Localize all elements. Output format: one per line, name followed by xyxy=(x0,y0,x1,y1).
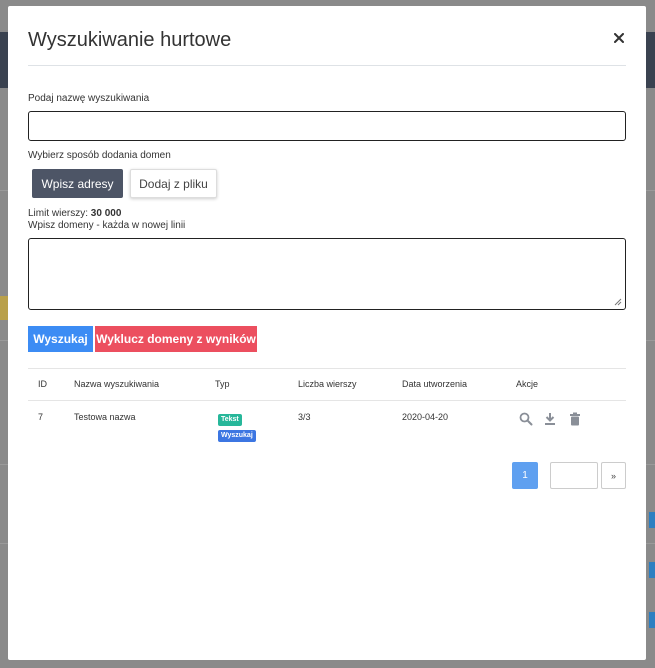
table-header: ID Nazwa wyszukiwania Typ Liczba wierszy… xyxy=(28,368,626,401)
close-icon xyxy=(614,33,624,43)
table-row: 7 Testowa nazwa Tekst Wyszukaj 3/3 2020-… xyxy=(28,401,626,461)
searches-table: ID Nazwa wyszukiwania Typ Liczba wierszy… xyxy=(28,368,626,461)
background-button xyxy=(649,612,655,628)
next-page-button[interactable]: » xyxy=(601,462,626,489)
search-name-label: Podaj nazwę wyszukiwania xyxy=(28,93,150,104)
domains-textarea[interactable] xyxy=(28,238,626,310)
header-type: Typ xyxy=(215,379,230,389)
page-number-input[interactable] xyxy=(550,462,598,489)
header-created-date: Data utworzenia xyxy=(402,379,468,389)
resize-handle-icon[interactable] xyxy=(614,298,622,306)
row-limit-text: Limit wierszy: xyxy=(28,208,91,219)
add-method-label: Wybierz sposób dodania domen xyxy=(28,150,171,161)
search-button[interactable]: Wyszukaj xyxy=(28,326,93,352)
modal-title: Wyszukiwanie hurtowe xyxy=(28,29,232,51)
search-name-input[interactable] xyxy=(28,111,626,141)
search-icon[interactable] xyxy=(519,412,533,426)
row-date: 2020-04-20 xyxy=(402,412,449,422)
bulk-search-modal: Wyszukiwanie hurtowe Podaj nazwę wyszuki… xyxy=(8,6,646,660)
type-addresses-button[interactable]: Wpisz adresy xyxy=(32,169,123,198)
tag-text-badge: Tekst xyxy=(218,414,242,426)
download-icon[interactable] xyxy=(543,412,557,426)
tag-search-badge: Wyszukaj xyxy=(218,430,256,442)
row-limit-value: 30 000 xyxy=(90,208,122,219)
modal-header: Wyszukiwanie hurtowe xyxy=(28,6,626,66)
row-limit-label: Limit wierszy: 30 000 xyxy=(28,208,121,219)
background-button xyxy=(649,562,655,578)
row-count: 3/3 xyxy=(298,412,311,422)
domains-label: Wpisz domeny - każda w nowej linii xyxy=(28,220,186,231)
exclude-domains-button[interactable]: Wyklucz domeny z wyników xyxy=(95,326,257,352)
header-row-count: Liczba wierszy xyxy=(298,379,357,389)
row-id: 7 xyxy=(38,412,44,422)
header-id: ID xyxy=(38,379,47,389)
background-badge xyxy=(0,296,8,320)
row-name: Testowa nazwa xyxy=(74,412,136,422)
add-from-file-button[interactable]: Dodaj z pliku xyxy=(130,169,217,198)
trash-icon[interactable] xyxy=(568,412,582,426)
header-actions: Akcje xyxy=(516,379,539,389)
background-button xyxy=(649,512,655,528)
close-button[interactable] xyxy=(612,31,626,45)
page-1-button[interactable]: 1 xyxy=(512,462,538,489)
header-name: Nazwa wyszukiwania xyxy=(74,379,160,389)
